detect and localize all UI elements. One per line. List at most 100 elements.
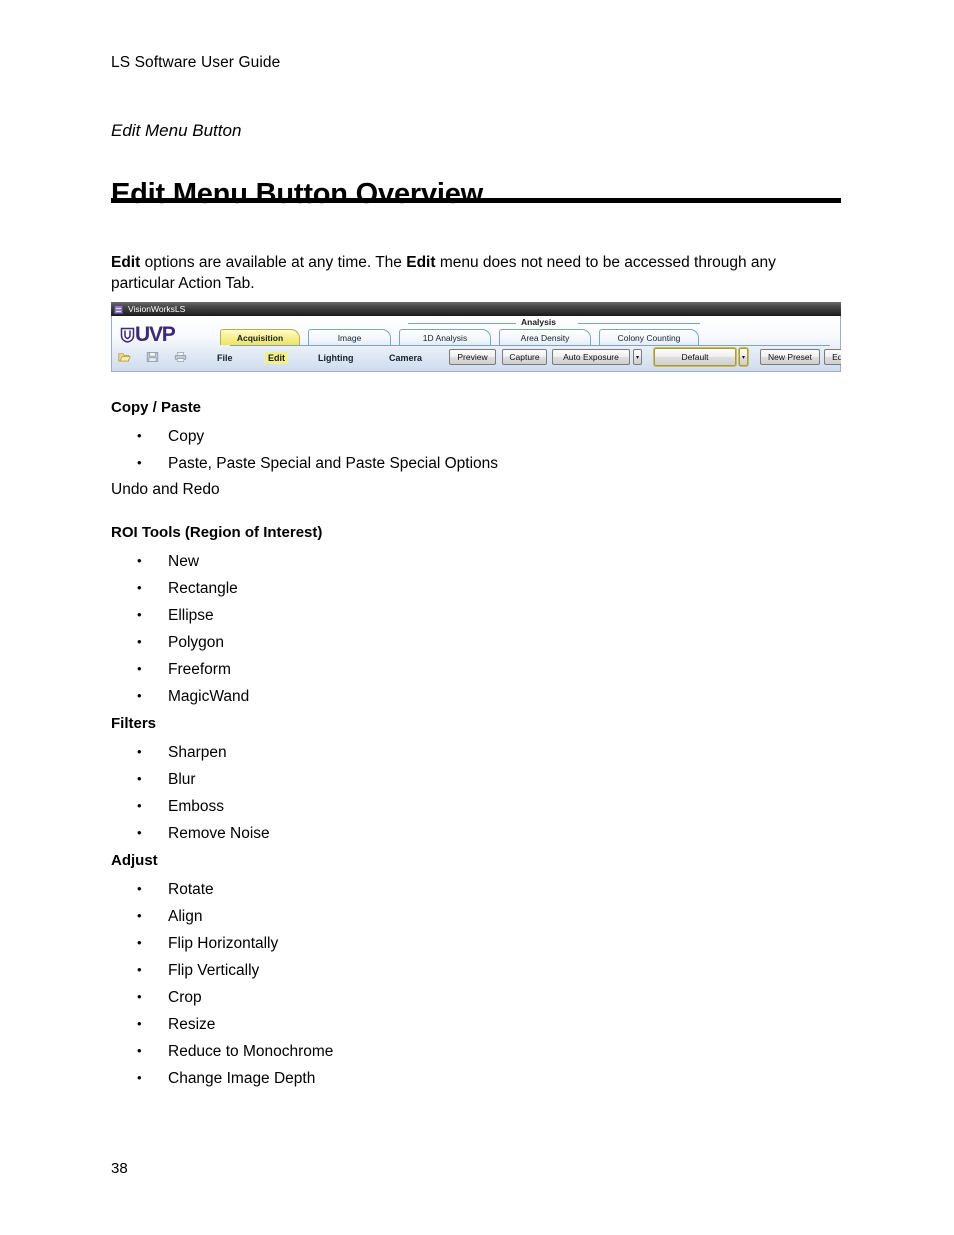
list-item-label: New <box>168 553 200 570</box>
capture-button-label: Capture <box>509 352 540 362</box>
tab-image[interactable]: Image <box>308 329 391 345</box>
list-item: Reduce to Monochrome <box>111 1042 841 1060</box>
list-item: Rotate <box>111 880 841 898</box>
chevron-down-icon-2: ▾ <box>741 354 745 361</box>
list-item-label: MagicWand <box>168 688 250 705</box>
list-item-label: Copy <box>168 428 205 445</box>
tab-colony-counting-label: Colony Counting <box>617 332 681 343</box>
section-adjust: Adjust Rotate Align Flip Horizontally Fl… <box>111 851 841 1087</box>
preview-button[interactable]: Preview <box>449 349 496 365</box>
list-item: Crop <box>111 988 841 1006</box>
app-window-icon <box>114 304 123 314</box>
list-item-label: Flip Vertically <box>168 962 260 979</box>
list-item-label: Change Image Depth <box>168 1070 316 1087</box>
list-item-label: Crop <box>168 989 202 1006</box>
default-preset-button-label: Default <box>681 352 709 362</box>
list-roi-tools: New Rectangle Ellipse Polygon Freeform M… <box>111 552 841 705</box>
list-item-label: Reduce to Monochrome <box>168 1043 334 1060</box>
group-label-analysis: Analysis <box>521 317 556 327</box>
section-roi-tools: ROI Tools (Region of Interest) New Recta… <box>111 523 841 705</box>
menu-file-label: File <box>217 353 233 363</box>
section-heading-filters: Filters <box>111 715 157 732</box>
tab-area-density-label: Area Density <box>520 332 570 343</box>
list-item: Blur <box>111 770 841 788</box>
save-floppy-icon[interactable] <box>146 351 159 363</box>
list-item: Rectangle <box>111 579 841 597</box>
auto-exposure-button-label: Auto Exposure <box>563 352 619 362</box>
edit-presets-button[interactable]: Edit Presets <box>824 349 841 365</box>
default-preset-button[interactable]: Default <box>653 347 737 367</box>
tab-acquisition[interactable]: Acquisition <box>220 329 300 345</box>
undo-redo-text: Undo and Redo <box>111 481 220 498</box>
list-item: Emboss <box>111 797 841 815</box>
menu-lighting-label: Lighting <box>318 353 354 363</box>
group-rule-left <box>408 323 516 324</box>
section-heading-adjust: Adjust <box>111 852 158 869</box>
menu-file[interactable]: File <box>214 352 236 364</box>
list-item: Freeform <box>111 660 841 678</box>
list-item: Sharpen <box>111 743 841 761</box>
list-copy-paste: Copy Paste, Paste Special and Paste Spec… <box>111 427 841 472</box>
edit-presets-button-label: Edit Presets <box>832 352 841 362</box>
chevron-down-icon: ▾ <box>635 354 639 361</box>
group-rule-right <box>578 323 700 324</box>
list-item-label: Align <box>168 908 203 925</box>
section-copy-paste: Copy / Paste Copy Paste, Paste Special a… <box>111 398 841 500</box>
list-item-label: Rotate <box>168 881 214 898</box>
list-item: Align <box>111 907 841 925</box>
list-item-label: Polygon <box>168 634 225 651</box>
auto-exposure-button[interactable]: Auto Exposure <box>552 349 630 365</box>
uvp-logo: UVP <box>120 323 176 346</box>
menu-camera[interactable]: Camera <box>386 352 425 364</box>
list-item-label: Flip Horizontally <box>168 935 279 952</box>
open-folder-icon[interactable] <box>118 351 131 363</box>
intro-text-1: options are available at any time. The <box>140 253 407 271</box>
application-screenshot-figure: VisionWorksLS UVP Analysis Acquisition I… <box>111 302 841 372</box>
list-item-label: Remove Noise <box>168 825 270 842</box>
new-preset-button[interactable]: New Preset <box>760 349 820 365</box>
list-item: Flip Vertically <box>111 961 841 979</box>
list-item: Polygon <box>111 633 841 651</box>
title-rule-divider <box>111 198 841 203</box>
new-preset-button-label: New Preset <box>768 352 812 362</box>
section-filters: Filters Sharpen Blur Emboss Remove Noise <box>111 714 841 842</box>
uvp-crest-icon <box>120 327 135 343</box>
menu-edit-label: Edit <box>268 353 285 363</box>
app-ribbon: UVP Analysis Acquisition Image 1D Analys… <box>111 316 841 372</box>
list-filters: Sharpen Blur Emboss Remove Noise <box>111 743 841 842</box>
list-item-label: Freeform <box>168 661 231 678</box>
tab-image-label: Image <box>337 332 362 343</box>
outline-content: Copy / Paste Copy Paste, Paste Special a… <box>111 398 841 1087</box>
menu-lighting[interactable]: Lighting <box>315 352 357 364</box>
list-item: Flip Horizontally <box>111 934 841 952</box>
page-number: 38 <box>111 1160 128 1177</box>
tab-area-density[interactable]: Area Density <box>499 329 591 345</box>
list-item-label: Rectangle <box>168 580 238 597</box>
list-item-label: Ellipse <box>168 607 214 624</box>
auto-exposure-dropdown-arrow[interactable]: ▾ <box>633 349 642 365</box>
intro-bold-edit-1: Edit <box>111 253 141 271</box>
document-page: LS Software User Guide Edit Menu Button … <box>0 0 954 1235</box>
tab-colony-counting[interactable]: Colony Counting <box>599 329 699 345</box>
command-strip: File Edit Lighting Camera Preview Captur… <box>112 346 841 371</box>
section-heading-copy-paste: Copy / Paste <box>111 399 202 416</box>
default-preset-dropdown-arrow[interactable]: ▾ <box>738 347 749 367</box>
list-item-label: Emboss <box>168 798 224 815</box>
running-header: LS Software User Guide <box>111 54 281 71</box>
list-item: Change Image Depth <box>111 1069 841 1087</box>
list-item-label: Sharpen <box>168 744 227 761</box>
page-title: Edit Menu Button Overview <box>111 178 484 211</box>
intro-paragraph: Edit options are available at any time. … <box>111 252 811 294</box>
intro-bold-edit-2: Edit <box>406 253 436 271</box>
list-item-label: Blur <box>168 771 196 788</box>
section-heading-roi-tools: ROI Tools (Region of Interest) <box>111 524 323 541</box>
list-item: MagicWand <box>111 687 841 705</box>
print-icon[interactable] <box>174 351 187 363</box>
menu-edit[interactable]: Edit <box>265 352 288 364</box>
uvp-wordmark: UVP <box>135 323 176 346</box>
tab-1d-analysis[interactable]: 1D Analysis <box>399 329 491 345</box>
list-item: Paste, Paste Special and Paste Special O… <box>111 454 841 472</box>
capture-button[interactable]: Capture <box>502 349 547 365</box>
tab-acquisition-label: Acquisition <box>236 332 284 343</box>
list-item-label: Resize <box>168 1016 216 1033</box>
